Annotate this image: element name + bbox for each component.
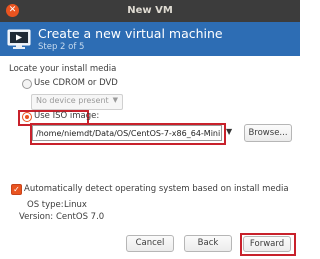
version-label: Version: [19, 212, 54, 222]
browse-button[interactable]: Browse... [244, 124, 292, 142]
window-title: New VM [127, 5, 173, 16]
caret-down-icon: ▼ [112, 96, 118, 104]
back-button[interactable]: Back [184, 235, 232, 252]
cancel-button[interactable]: Cancel [126, 235, 174, 252]
cdrom-device-value: No device present [36, 96, 109, 105]
wizard-banner: Create a new virtual machine Step 2 of 5 [0, 22, 300, 56]
iso-radio[interactable] [22, 112, 32, 122]
iso-radio-label[interactable]: Use ISO image: [34, 111, 99, 121]
monitor-play-icon [7, 29, 31, 49]
caret-down-icon[interactable]: ▼ [226, 127, 232, 136]
os-type-value: Linux [64, 200, 87, 210]
os-type-label: OS type: [27, 200, 64, 210]
cdrom-radio-label[interactable]: Use CDROM or DVD [34, 78, 118, 88]
wizard-title: Create a new virtual machine [38, 26, 223, 41]
install-media-heading: Locate your install media [9, 64, 117, 74]
check-icon: ✓ [13, 185, 20, 194]
forward-button[interactable]: Forward [243, 236, 291, 252]
cdrom-device-select[interactable]: No device present ▼ [31, 94, 123, 110]
auto-detect-label[interactable]: Automatically detect operating system ba… [24, 184, 289, 194]
version-value: CentOS 7.0 [56, 212, 105, 222]
window-titlebar: ✕ New VM [0, 0, 300, 23]
cdrom-radio[interactable] [22, 79, 32, 89]
iso-path-input[interactable]: /home/niemdt/Data/OS/CentOS-7-x86_64-Min… [32, 125, 222, 141]
wizard-step: Step 2 of 5 [38, 42, 85, 52]
auto-detect-checkbox[interactable]: ✓ [11, 184, 22, 195]
